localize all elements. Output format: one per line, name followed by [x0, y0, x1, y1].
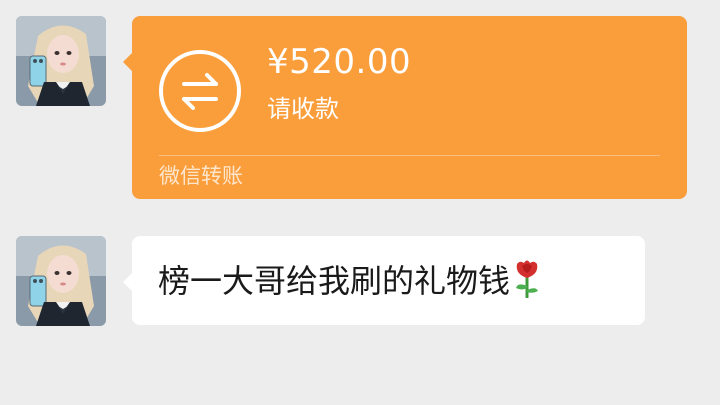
transfer-arrows-icon	[159, 50, 241, 132]
avatar[interactable]	[16, 16, 106, 106]
transfer-message-card[interactable]: ¥520.00 请收款 微信转账	[123, 16, 687, 199]
rose-icon	[516, 260, 539, 298]
text-message-bubble[interactable]: 榜一大哥给我刷的礼物钱	[123, 236, 645, 325]
transfer-footer-label: 微信转账	[159, 164, 243, 188]
message-text: 榜一大哥给我刷的礼物钱	[158, 261, 511, 300]
avatar[interactable]	[16, 236, 106, 326]
transfer-status: 请收款	[267, 95, 339, 123]
divider	[159, 155, 660, 156]
transfer-amount: ¥520.00	[267, 42, 412, 82]
